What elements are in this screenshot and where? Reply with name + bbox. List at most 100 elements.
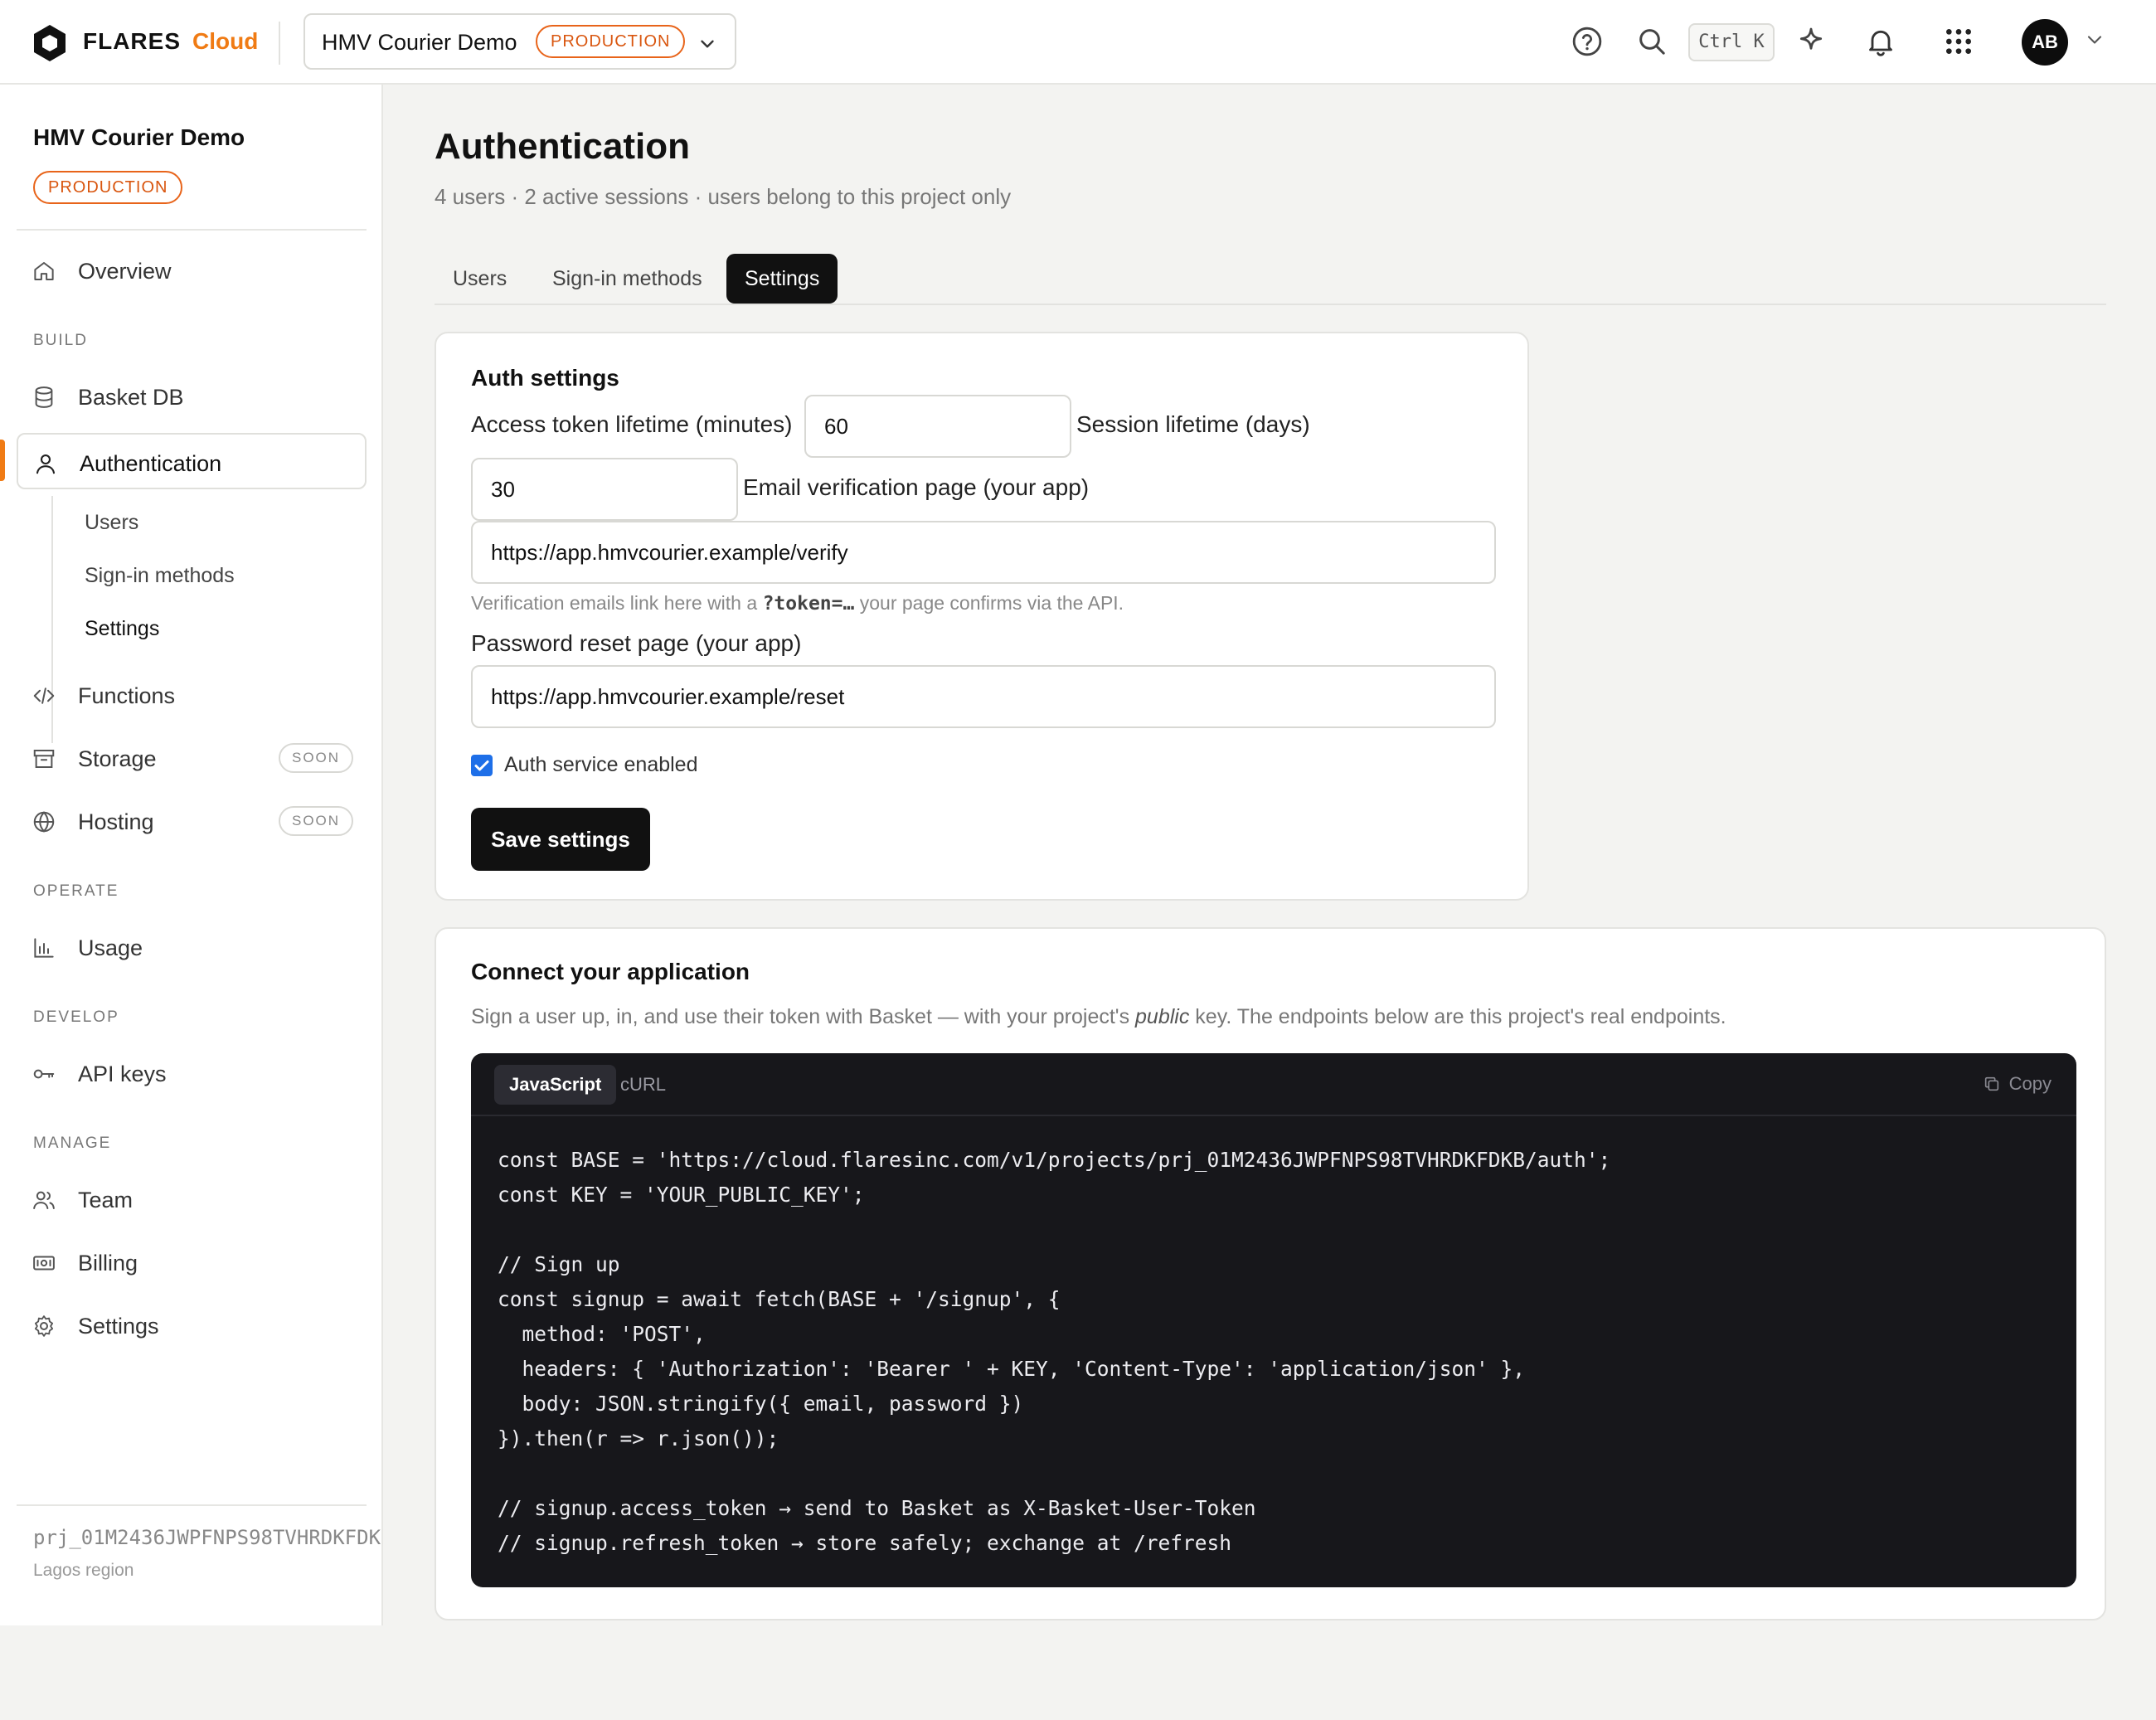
- bar-chart-icon: [34, 938, 54, 958]
- copy-button[interactable]: Copy: [1983, 1073, 2052, 1095]
- sidebar-item-api-keys[interactable]: API keys: [17, 1045, 367, 1101]
- password-reset-url-input[interactable]: [471, 665, 1496, 728]
- project-switcher-name: HMV Courier Demo: [322, 30, 517, 55]
- tabs-divider: [435, 304, 2106, 305]
- soon-badge: SOON: [279, 743, 354, 773]
- gear-icon: [34, 1315, 54, 1337]
- divider: [279, 22, 280, 65]
- sidebar-item-label: Settings: [78, 1314, 159, 1339]
- description-text: key. The endpoints below are this projec…: [1189, 1005, 1726, 1028]
- code-tab-curl[interactable]: cURL: [605, 1065, 681, 1105]
- sidebar-item-label: API keys: [78, 1062, 167, 1086]
- environment-badge: PRODUCTION: [536, 25, 686, 58]
- database-icon: [35, 386, 53, 408]
- divider: [17, 229, 367, 231]
- flares-logo-icon[interactable]: [32, 23, 68, 63]
- tab-settings[interactable]: Settings: [726, 254, 838, 304]
- hint-text: your page confirms via the API.: [854, 592, 1124, 614]
- auth-enabled-checkbox[interactable]: [471, 755, 493, 776]
- page-title: Authentication: [435, 126, 690, 167]
- top-bar: FLARES Cloud HMV Courier Demo PRODUCTION…: [0, 0, 2156, 85]
- sidebar-subitem-settings[interactable]: Settings: [85, 617, 159, 641]
- divider: [17, 1504, 367, 1506]
- section-label-operate: OPERATE: [33, 882, 119, 900]
- save-settings-button[interactable]: Save settings: [471, 808, 650, 871]
- sidebar-item-label: Hosting: [78, 809, 154, 834]
- tab-sign-in-methods[interactable]: Sign-in methods: [534, 254, 721, 304]
- description-text: Sign a user up, in, and use their token …: [471, 1005, 1136, 1028]
- key-icon: [33, 1069, 55, 1079]
- email-verification-label: Email verification page (your app): [743, 474, 1090, 500]
- grid-icon[interactable]: [1942, 25, 1975, 58]
- bell-icon[interactable]: [1864, 25, 1897, 58]
- home-icon: [34, 262, 54, 280]
- sidebar-item-label: Overview: [78, 259, 172, 284]
- access-token-lifetime-label: Access token lifetime (minutes): [471, 411, 793, 437]
- sidebar-item-label: Billing: [78, 1251, 138, 1275]
- code-content: const BASE = 'https://cloud.flaresinc.co…: [498, 1148, 1611, 1555]
- project-region: Lagos region: [33, 1561, 134, 1580]
- copy-label: Copy: [2008, 1073, 2052, 1094]
- sidebar-item-label: Functions: [78, 683, 176, 708]
- section-label-build: BUILD: [33, 332, 88, 349]
- chevron-down-icon: [701, 40, 714, 48]
- sidebar-subitem-sign-in-methods[interactable]: Sign-in methods: [85, 564, 235, 588]
- sidebar-item-authentication[interactable]: Authentication: [17, 433, 367, 489]
- sidebar-item-basket-db[interactable]: Basket DB: [17, 368, 367, 425]
- sidebar-item-storage[interactable]: Storage SOON: [17, 730, 367, 786]
- connect-application-card: Connect your application Sign a user up,…: [435, 927, 2106, 1620]
- code-tab-javascript[interactable]: JavaScript: [494, 1065, 617, 1105]
- auth-settings-card: Auth settings Access token lifetime (min…: [435, 332, 1529, 901]
- auth-enabled-label: Auth service enabled: [504, 753, 698, 776]
- connect-description: Sign a user up, in, and use their token …: [471, 1005, 1726, 1029]
- page-subtitle: 4 users · 2 active sessions · users belo…: [435, 184, 1012, 209]
- sidebar-item-label: Authentication: [80, 451, 222, 476]
- sidebar-item-hosting[interactable]: Hosting SOON: [17, 793, 367, 849]
- environment-badge: PRODUCTION: [33, 171, 183, 204]
- search-icon[interactable]: [1635, 25, 1668, 58]
- command-palette-shortcut[interactable]: Ctrl K: [1688, 23, 1775, 61]
- sparkle-icon[interactable]: [1794, 25, 1828, 58]
- code-snippet: JavaScript cURL Copy const BASE = 'https…: [471, 1053, 2076, 1587]
- access-token-lifetime-input[interactable]: [804, 395, 1071, 458]
- user-icon: [36, 454, 56, 474]
- email-verification-url-input[interactable]: [471, 521, 1496, 584]
- sidebar-item-usage[interactable]: Usage: [17, 919, 367, 975]
- sidebar-item-functions[interactable]: Functions: [17, 667, 367, 723]
- hint-code: ?token=…: [762, 593, 855, 615]
- code-tabs: JavaScript cURL Copy: [471, 1053, 2076, 1116]
- card-title: Connect your application: [471, 959, 750, 984]
- project-switcher[interactable]: HMV Courier Demo PRODUCTION: [303, 13, 736, 70]
- users-icon: [33, 1191, 55, 1209]
- sidebar-item-settings[interactable]: Settings: [17, 1297, 367, 1353]
- globe-icon: [33, 811, 55, 833]
- sidebar-item-billing[interactable]: Billing: [17, 1234, 367, 1290]
- archive-icon: [33, 750, 55, 768]
- description-emphasis: public: [1135, 1005, 1190, 1028]
- chevron-down-icon[interactable]: [2083, 28, 2106, 51]
- sidebar-item-label: Team: [78, 1188, 134, 1212]
- session-lifetime-label: Session lifetime (days): [1076, 411, 1310, 437]
- hint-text: Verification emails link here with a: [471, 592, 763, 614]
- help-icon[interactable]: [1571, 25, 1604, 58]
- user-avatar[interactable]: AB: [2022, 19, 2068, 66]
- tab-users[interactable]: Users: [435, 254, 525, 304]
- soon-badge: SOON: [279, 806, 354, 836]
- sidebar-item-overview[interactable]: Overview: [17, 242, 367, 299]
- card-title: Auth settings: [471, 365, 619, 391]
- code-icon: [33, 688, 55, 704]
- session-lifetime-input[interactable]: [471, 458, 738, 521]
- checkmark-icon: [474, 760, 489, 771]
- sidebar-item-team[interactable]: Team: [17, 1171, 367, 1227]
- password-reset-label: Password reset page (your app): [471, 630, 802, 656]
- sidebar-item-label: Basket DB: [78, 385, 184, 410]
- copy-icon: [1984, 1076, 1998, 1091]
- email-verification-hint: Verification emails link here with a ?to…: [471, 592, 1124, 615]
- sidebar-project-name: HMV Courier Demo: [33, 124, 245, 150]
- sidebar-subitem-users[interactable]: Users: [85, 511, 138, 535]
- project-id: prj_01M2436JWPFNPS98TVHRDKFDK: [33, 1526, 381, 1549]
- sidebar: HMV Courier Demo PRODUCTION Overview BUI…: [0, 85, 383, 1625]
- sidebar-item-label: Storage: [78, 746, 157, 771]
- section-label-manage: MANAGE: [33, 1135, 112, 1152]
- sidebar-item-label: Usage: [78, 935, 143, 960]
